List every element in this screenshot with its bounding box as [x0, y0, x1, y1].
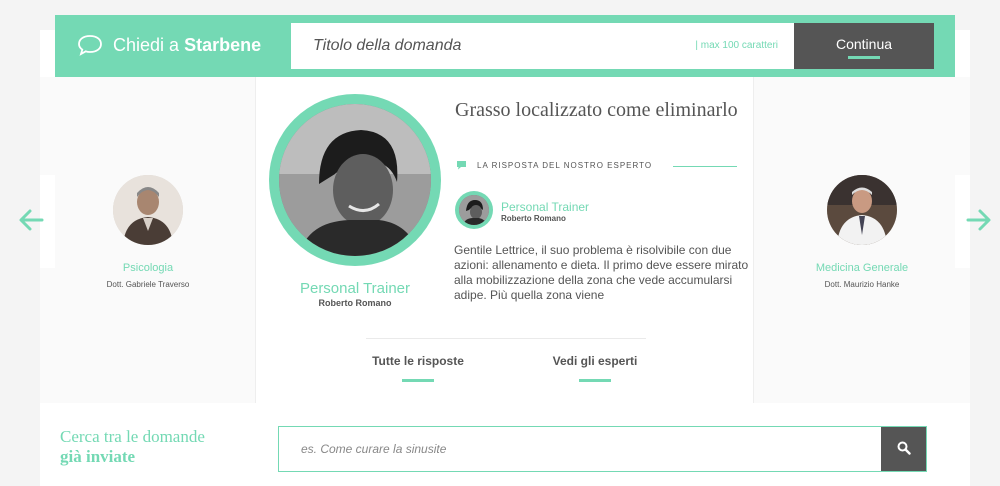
answer-text: Gentile Lettrice, il suo problema è riso… — [454, 243, 749, 302]
search-icon — [897, 441, 911, 455]
featured-specialty: Personal Trainer — [299, 280, 411, 297]
answer-tag-label: LA RISPOSTA DEL NOSTRO ESPERTO — [477, 160, 653, 170]
link-underline — [402, 379, 434, 382]
all-answers-label: Tutte le risposte — [372, 354, 464, 368]
answer-author-specialty: Personal Trainer — [501, 200, 590, 214]
all-answers-link[interactable]: Tutte le risposte — [366, 354, 470, 382]
question-title-input[interactable] — [291, 23, 681, 69]
search-input[interactable] — [279, 427, 879, 471]
ask-question-bar: Chiedi a Starbene | max 100 caratteri Co… — [55, 15, 955, 77]
divider — [673, 166, 737, 167]
expert-name: Dott. Maurizio Hanke — [824, 280, 900, 289]
link-underline — [579, 379, 611, 382]
search-heading: Cerca tra le domande già inviate — [60, 427, 205, 467]
search-box — [278, 426, 927, 472]
brand-prefix: Chiedi a — [113, 34, 180, 55]
avatar — [827, 175, 897, 245]
search-heading-line1: Cerca tra le domande — [60, 427, 205, 446]
search-heading-line2: già inviate — [60, 447, 136, 466]
expert-card-right[interactable]: Medicina Generale Dott. Maurizio Hanke — [754, 175, 970, 289]
answer-author-avatar — [455, 191, 493, 229]
answer-tag: LA RISPOSTA DEL NOSTRO ESPERTO — [456, 160, 652, 170]
continue-label: Continua — [835, 36, 893, 52]
see-experts-label: Vedi gli esperti — [552, 354, 638, 368]
ask-brand: Chiedi a Starbene — [77, 34, 261, 56]
expert-name: Dott. Gabriele Traverso — [106, 280, 190, 289]
question-field: | max 100 caratteri — [291, 23, 794, 69]
brand-name: Starbene — [184, 34, 262, 55]
avatar — [279, 104, 431, 256]
continue-button[interactable]: Continua — [794, 23, 934, 69]
speech-icon — [457, 161, 466, 170]
featured-expert-avatar[interactable] — [269, 94, 441, 266]
avatar — [459, 195, 489, 225]
expert-specialty: Psicologia — [122, 262, 174, 274]
expert-card-left[interactable]: Psicologia Dott. Gabriele Traverso — [40, 175, 256, 289]
question-title[interactable]: Grasso localizzato come eliminarlo — [455, 98, 745, 122]
char-limit-hint: | max 100 caratteri — [695, 40, 778, 51]
divider — [366, 338, 646, 339]
see-experts-link[interactable]: Vedi gli esperti — [545, 354, 645, 382]
continue-underline — [848, 56, 880, 59]
chat-bubble-icon — [78, 35, 102, 56]
featured-name: Roberto Romano — [318, 298, 392, 308]
expert-specialty: Medicina Generale — [815, 262, 909, 274]
answer-author-name: Roberto Romano — [501, 214, 566, 223]
search-section: Cerca tra le domande già inviate — [40, 403, 970, 486]
search-button[interactable] — [881, 427, 926, 471]
avatar — [113, 175, 183, 245]
